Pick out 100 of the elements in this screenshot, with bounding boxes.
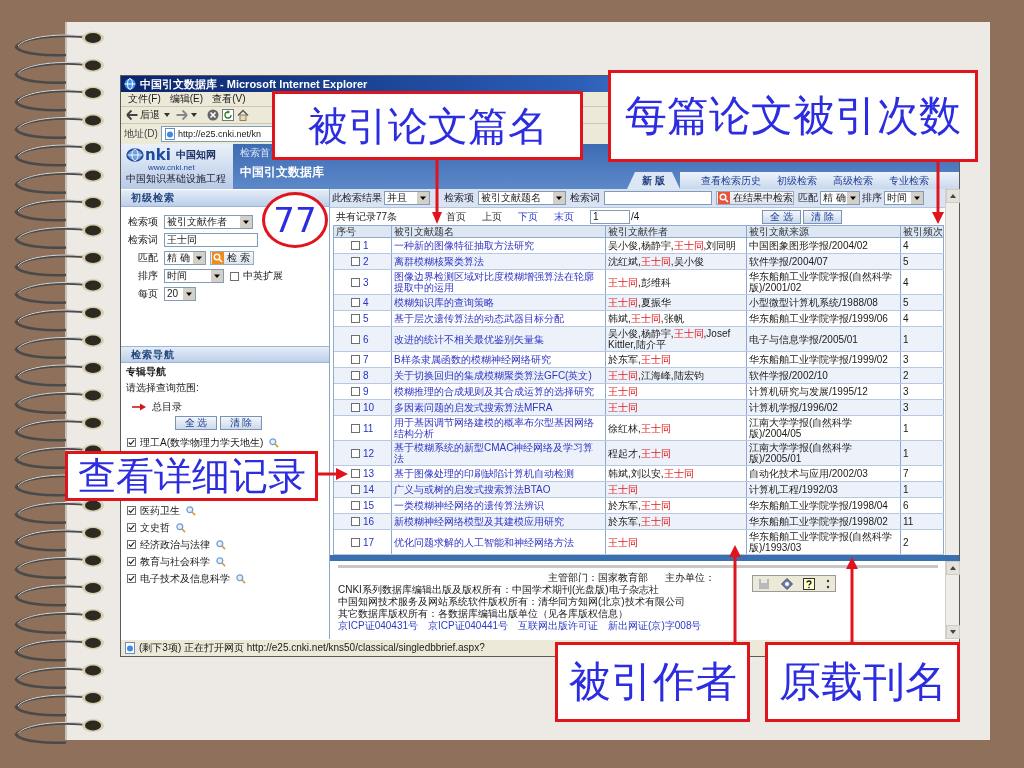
row-checkbox[interactable] [351,485,360,494]
title-link[interactable]: 一种新的图像特征抽取方法研究 [394,240,534,251]
row-number-link[interactable]: 2 [363,256,369,267]
row-number-link[interactable]: 8 [363,370,369,381]
category-checkbox[interactable] [127,438,136,447]
title-link[interactable]: 一类模糊神经网络的遗传算法辨识 [394,500,544,511]
title-link[interactable]: 新模糊神经网络模型及其建模应用研究 [394,516,564,527]
row-checkbox[interactable] [351,448,360,458]
scroll-up-button[interactable] [946,189,960,203]
pager-link[interactable]: 下页 [518,210,538,223]
row-number-link[interactable]: 13 [363,468,375,479]
caret-down-icon[interactable] [164,113,170,117]
category-checkbox[interactable] [127,557,136,566]
search-button[interactable]: 检 索 [210,251,254,265]
small-button[interactable]: 清 除 [803,209,842,224]
row-number-link[interactable]: 17 [363,536,375,548]
search-icon[interactable] [216,539,226,550]
row-number-link[interactable]: 5 [363,313,369,324]
nav-link[interactable]: 初级检索 [777,174,817,187]
pager-link[interactable]: 末页 [554,210,574,223]
row-checkbox[interactable] [351,517,360,526]
title-link[interactable]: 多因素问题的启发式搜索算法MFRA [394,402,553,413]
title-link[interactable]: 图像边界检测区域对比度模糊增强算法在轮廓提取中的运用 [394,271,603,293]
search-icon[interactable] [269,437,280,448]
dropdown[interactable]: 精 确 [164,251,206,265]
refresh-icon[interactable] [222,109,234,121]
menu-item[interactable]: 查看(V) [212,93,246,105]
category-checkbox[interactable] [127,523,136,532]
home-link[interactable]: 检索首 [240,147,270,159]
tree-root-link[interactable]: 总目录 [152,401,182,413]
dropdown[interactable]: 精 确 [820,191,860,205]
title-link[interactable]: 广义与或树的启发式搜索算法BTAO [394,484,551,495]
nav-link[interactable]: 高级检索 [833,174,873,187]
scrollbar[interactable] [945,561,959,639]
row-number-link[interactable]: 6 [363,333,369,345]
back-button[interactable]: 后退 [125,107,161,123]
stop-icon[interactable] [207,109,219,121]
help-icon[interactable] [803,577,816,590]
row-checkbox[interactable] [351,371,360,380]
small-button[interactable]: 全 选 [175,416,217,430]
row-checkbox[interactable] [351,241,360,250]
title-link[interactable]: 基于模糊系统的新型CMAC神经网络及学习算法 [394,442,603,464]
dropdown[interactable]: 被引文献题名 [478,191,566,205]
row-number-link[interactable]: 3 [363,276,369,288]
row-checkbox[interactable] [351,277,360,287]
row-number-link[interactable]: 14 [363,484,375,495]
row-checkbox[interactable] [351,501,360,510]
search-icon[interactable] [176,522,186,533]
search-in-results-button[interactable]: 在结果中检索 [716,191,794,205]
title-link[interactable]: B样条隶属函数的模糊神经网络研究 [394,354,551,365]
row-checkbox[interactable] [351,387,360,396]
row-checkbox[interactable] [351,257,360,266]
title-link[interactable]: 模糊推理的合成规则及其合成运算的选择研究 [394,386,594,397]
page-field[interactable]: 1 [590,209,630,224]
footer-link[interactable]: 新出网证(京)字008号 [608,620,702,632]
row-checkbox[interactable] [351,355,360,364]
footer-link[interactable]: 京ICP证040441号 [428,620,509,632]
row-checkbox[interactable] [351,423,360,433]
input-field[interactable] [604,191,712,205]
title-link[interactable]: 关于切换回归的集成模糊聚类算法GFC(英文) [394,370,592,381]
title-link[interactable]: 模糊知识库的查询策略 [394,297,494,308]
nav-link[interactable]: 专业检索 [889,174,929,187]
row-number-link[interactable]: 4 [363,297,369,308]
dropdown[interactable]: 时间 [164,269,224,283]
row-checkbox[interactable] [351,314,360,323]
scroll-down-button[interactable] [946,625,960,639]
title-link[interactable]: 改进的统计不相关最优鉴别矢量集 [394,333,544,345]
dropdown[interactable]: 并且 [384,191,430,205]
version-tab[interactable]: 新 版 [627,172,680,189]
row-checkbox[interactable] [351,298,360,307]
row-number-link[interactable]: 7 [363,354,369,365]
caret-down-icon[interactable] [191,113,197,117]
row-checkbox[interactable] [351,403,360,412]
row-number-link[interactable]: 9 [363,386,369,397]
row-number-link[interactable]: 16 [363,516,375,527]
row-number-link[interactable]: 12 [363,447,375,459]
dropdown[interactable]: 被引文献作者 [164,215,253,229]
title-link[interactable]: 用于基因调节网络建模的概率布尔型基因网络结构分析 [394,417,603,439]
dropdown[interactable]: 时间 [884,191,924,205]
title-link[interactable]: 离群模糊核聚类算法 [394,256,484,267]
row-checkbox[interactable] [351,469,360,478]
menu-item[interactable]: 文件(F) [128,93,161,105]
row-number-link[interactable]: 11 [363,422,374,434]
category-checkbox[interactable] [127,540,136,549]
footer-link[interactable]: 互联网出版许可证 [518,620,599,632]
small-button[interactable]: 全 选 [762,209,801,224]
search-icon[interactable] [186,505,196,516]
row-number-link[interactable]: 10 [363,402,375,413]
menu-item[interactable]: 编辑(E) [169,93,204,105]
footer-link[interactable]: 京ICP证040431号 [338,620,419,632]
category-checkbox[interactable] [127,506,136,515]
row-checkbox[interactable] [351,537,360,547]
home-icon[interactable] [237,109,249,121]
search-icon[interactable] [216,556,226,567]
scrollbar[interactable] [945,189,959,555]
nav-link[interactable]: 查看检索历史 [701,174,761,187]
address-field[interactable]: http://e25.cnki.net/kn [160,126,273,142]
title-link[interactable]: 基于图像处理的印刷缺陷计算机自动检测 [394,468,574,479]
grip-icon[interactable] [825,577,830,590]
row-number-link[interactable]: 1 [363,240,369,251]
